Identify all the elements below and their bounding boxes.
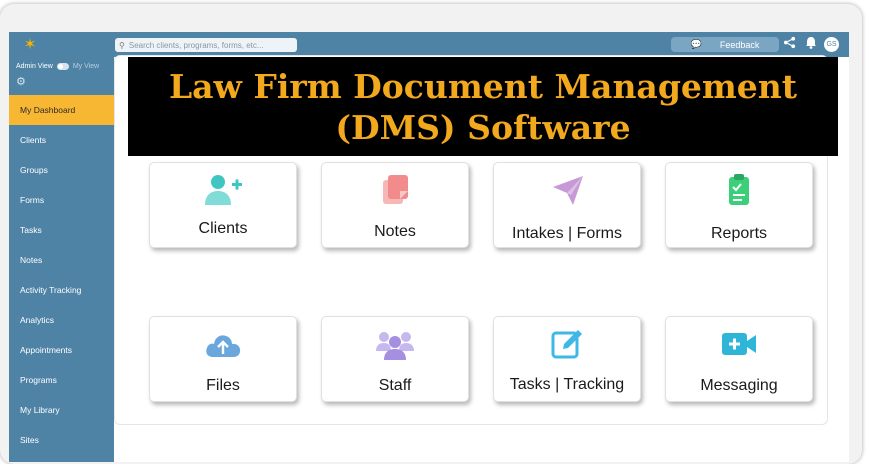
sidebar-item-analytics[interactable]: Analytics: [9, 305, 114, 335]
card-label: Tasks | Tracking: [509, 376, 625, 393]
paper-plane-icon: [553, 176, 583, 205]
card-label: Staff: [378, 377, 412, 394]
card-label: Files: [206, 377, 240, 394]
banner-title-line1: Law Firm Document Management: [168, 67, 798, 106]
clipboard-check-icon: [729, 174, 749, 205]
sidebar-item-programs[interactable]: Programs: [9, 365, 114, 395]
top-bar: ✶ ⚲ Search clients, programs, forms, etc…: [9, 32, 849, 57]
view-toggle[interactable]: [56, 63, 69, 70]
sidebar-item-forms[interactable]: Forms: [9, 185, 114, 215]
feedback-button[interactable]: 💬 Feedback: [671, 37, 779, 52]
card-label: Reports: [710, 225, 768, 242]
banner-title-line2: (DMS) Software: [335, 108, 631, 147]
sidebar-nav: My Dashboard Clients Groups Forms Tasks …: [9, 95, 114, 455]
notes-icon: [383, 175, 408, 204]
chat-bubble-icon: 💬: [690, 39, 702, 49]
sidebar-item-my-library[interactable]: My Library: [9, 395, 114, 425]
sidebar-item-sites[interactable]: Sites: [9, 425, 114, 455]
sidebar: Admin View My View ⚙ My Dashboard Client…: [9, 57, 114, 462]
share-icon[interactable]: [783, 36, 796, 53]
page-title-banner: Law Firm Document Management (DMS) Softw…: [128, 57, 838, 156]
my-view-label: My View: [72, 63, 100, 70]
app-logo[interactable]: ✶: [19, 35, 41, 54]
sidebar-item-my-dashboard[interactable]: My Dashboard: [9, 95, 114, 125]
sidebar-item-groups[interactable]: Groups: [9, 155, 114, 185]
bell-icon[interactable]: [805, 36, 817, 53]
edit-icon: [551, 330, 582, 359]
sidebar-item-tasks[interactable]: Tasks: [9, 215, 114, 245]
add-user-icon: [205, 175, 242, 205]
card-intakes-forms[interactable]: Intakes | Forms: [493, 162, 641, 248]
card-messaging[interactable]: Messaging: [665, 316, 813, 402]
card-reports[interactable]: Reports: [665, 162, 813, 248]
card-files[interactable]: Files: [149, 316, 297, 402]
gear-icon[interactable]: ⚙: [16, 75, 26, 88]
video-call-icon: [722, 333, 756, 355]
card-label: Messaging: [700, 377, 778, 394]
sidebar-item-clients[interactable]: Clients: [9, 125, 114, 155]
search-icon: ⚲: [119, 40, 125, 50]
cloud-upload-icon: [206, 335, 241, 357]
card-staff[interactable]: Staff: [321, 316, 469, 402]
card-label: Clients: [198, 220, 248, 237]
card-tasks-tracking[interactable]: Tasks | Tracking: [493, 316, 641, 402]
card-label: Intakes | Forms: [512, 225, 622, 242]
card-label: Notes: [374, 223, 416, 240]
search-input[interactable]: ⚲ Search clients, programs, forms, etc..…: [115, 38, 297, 52]
feedback-label: Feedback: [719, 39, 760, 50]
admin-view-label: Admin View: [16, 63, 53, 70]
search-placeholder: Search clients, programs, forms, etc...: [128, 40, 264, 50]
group-icon: [376, 332, 414, 360]
view-switch: Admin View My View: [16, 63, 99, 70]
sidebar-item-notes[interactable]: Notes: [9, 245, 114, 275]
card-notes[interactable]: Notes: [321, 162, 469, 248]
sidebar-item-appointments[interactable]: Appointments: [9, 335, 114, 365]
card-clients[interactable]: Clients: [149, 162, 297, 248]
avatar[interactable]: GS: [824, 37, 839, 52]
sidebar-item-activity-tracking[interactable]: Activity Tracking: [9, 275, 114, 305]
